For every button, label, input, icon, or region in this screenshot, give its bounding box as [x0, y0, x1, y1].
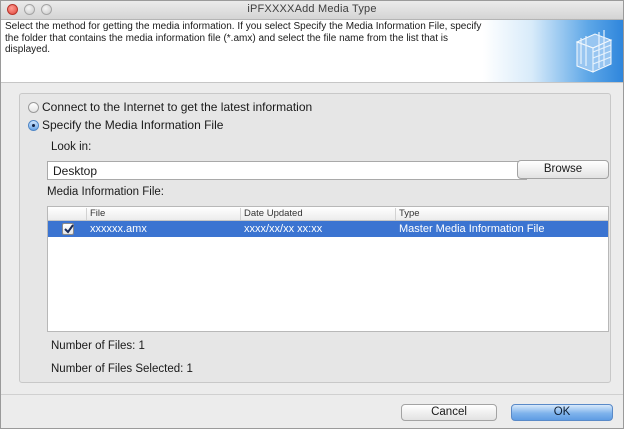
row-checkbox[interactable] — [62, 223, 74, 235]
dialog-header: Select the method for getting the media … — [1, 20, 623, 83]
radio-connect-internet-label: Connect to the Internet to get the lates… — [42, 100, 313, 114]
media-file-table: File Date Updated Type xxxxxx.amx xxxx/x… — [47, 206, 609, 332]
look-in-label: Look in: — [51, 141, 92, 153]
header-graphic — [483, 20, 623, 82]
ok-button[interactable]: OK — [511, 404, 613, 421]
window-title: iPFXXXXAdd Media Type — [247, 3, 377, 15]
column-header-date-updated[interactable]: Date Updated — [240, 208, 395, 220]
column-header-file[interactable]: File — [86, 208, 240, 220]
number-of-files-selected-text: Number of Files Selected: 1 — [51, 363, 193, 375]
radio-connect-internet[interactable]: Connect to the Internet to get the lates… — [28, 99, 312, 115]
media-information-file-label: Media Information File: — [47, 186, 164, 198]
number-of-files-text: Number of Files: 1 — [51, 340, 145, 352]
cell-date-updated: xxxx/xx/xx xx:xx — [244, 223, 323, 235]
title-bar: iPFXXXXAdd Media Type — [1, 1, 623, 20]
cancel-button[interactable]: Cancel — [401, 404, 497, 421]
cell-type: Master Media Information File — [399, 223, 545, 235]
column-header-type[interactable]: Type — [395, 208, 595, 220]
browse-button[interactable]: Browse — [517, 160, 609, 179]
look-in-field[interactable]: Desktop — [47, 161, 527, 180]
radio-button-icon — [28, 101, 39, 113]
radio-selected-icon — [28, 119, 39, 131]
footer-divider — [1, 394, 623, 395]
radio-specify-file[interactable]: Specify the Media Information File — [28, 117, 223, 133]
checkmark-icon — [64, 224, 74, 234]
cell-file-name: xxxxxx.amx — [90, 223, 147, 235]
instruction-text: Select the method for getting the media … — [5, 21, 482, 55]
add-media-type-dialog: iPFXXXXAdd Media Type Select the method … — [0, 0, 624, 429]
table-row[interactable]: xxxxxx.amx xxxx/xx/xx xx:xx Master Media… — [48, 221, 608, 237]
table-header: File Date Updated Type — [48, 207, 608, 221]
radio-specify-file-label: Specify the Media Information File — [42, 118, 224, 132]
media-stack-icon — [575, 30, 613, 73]
